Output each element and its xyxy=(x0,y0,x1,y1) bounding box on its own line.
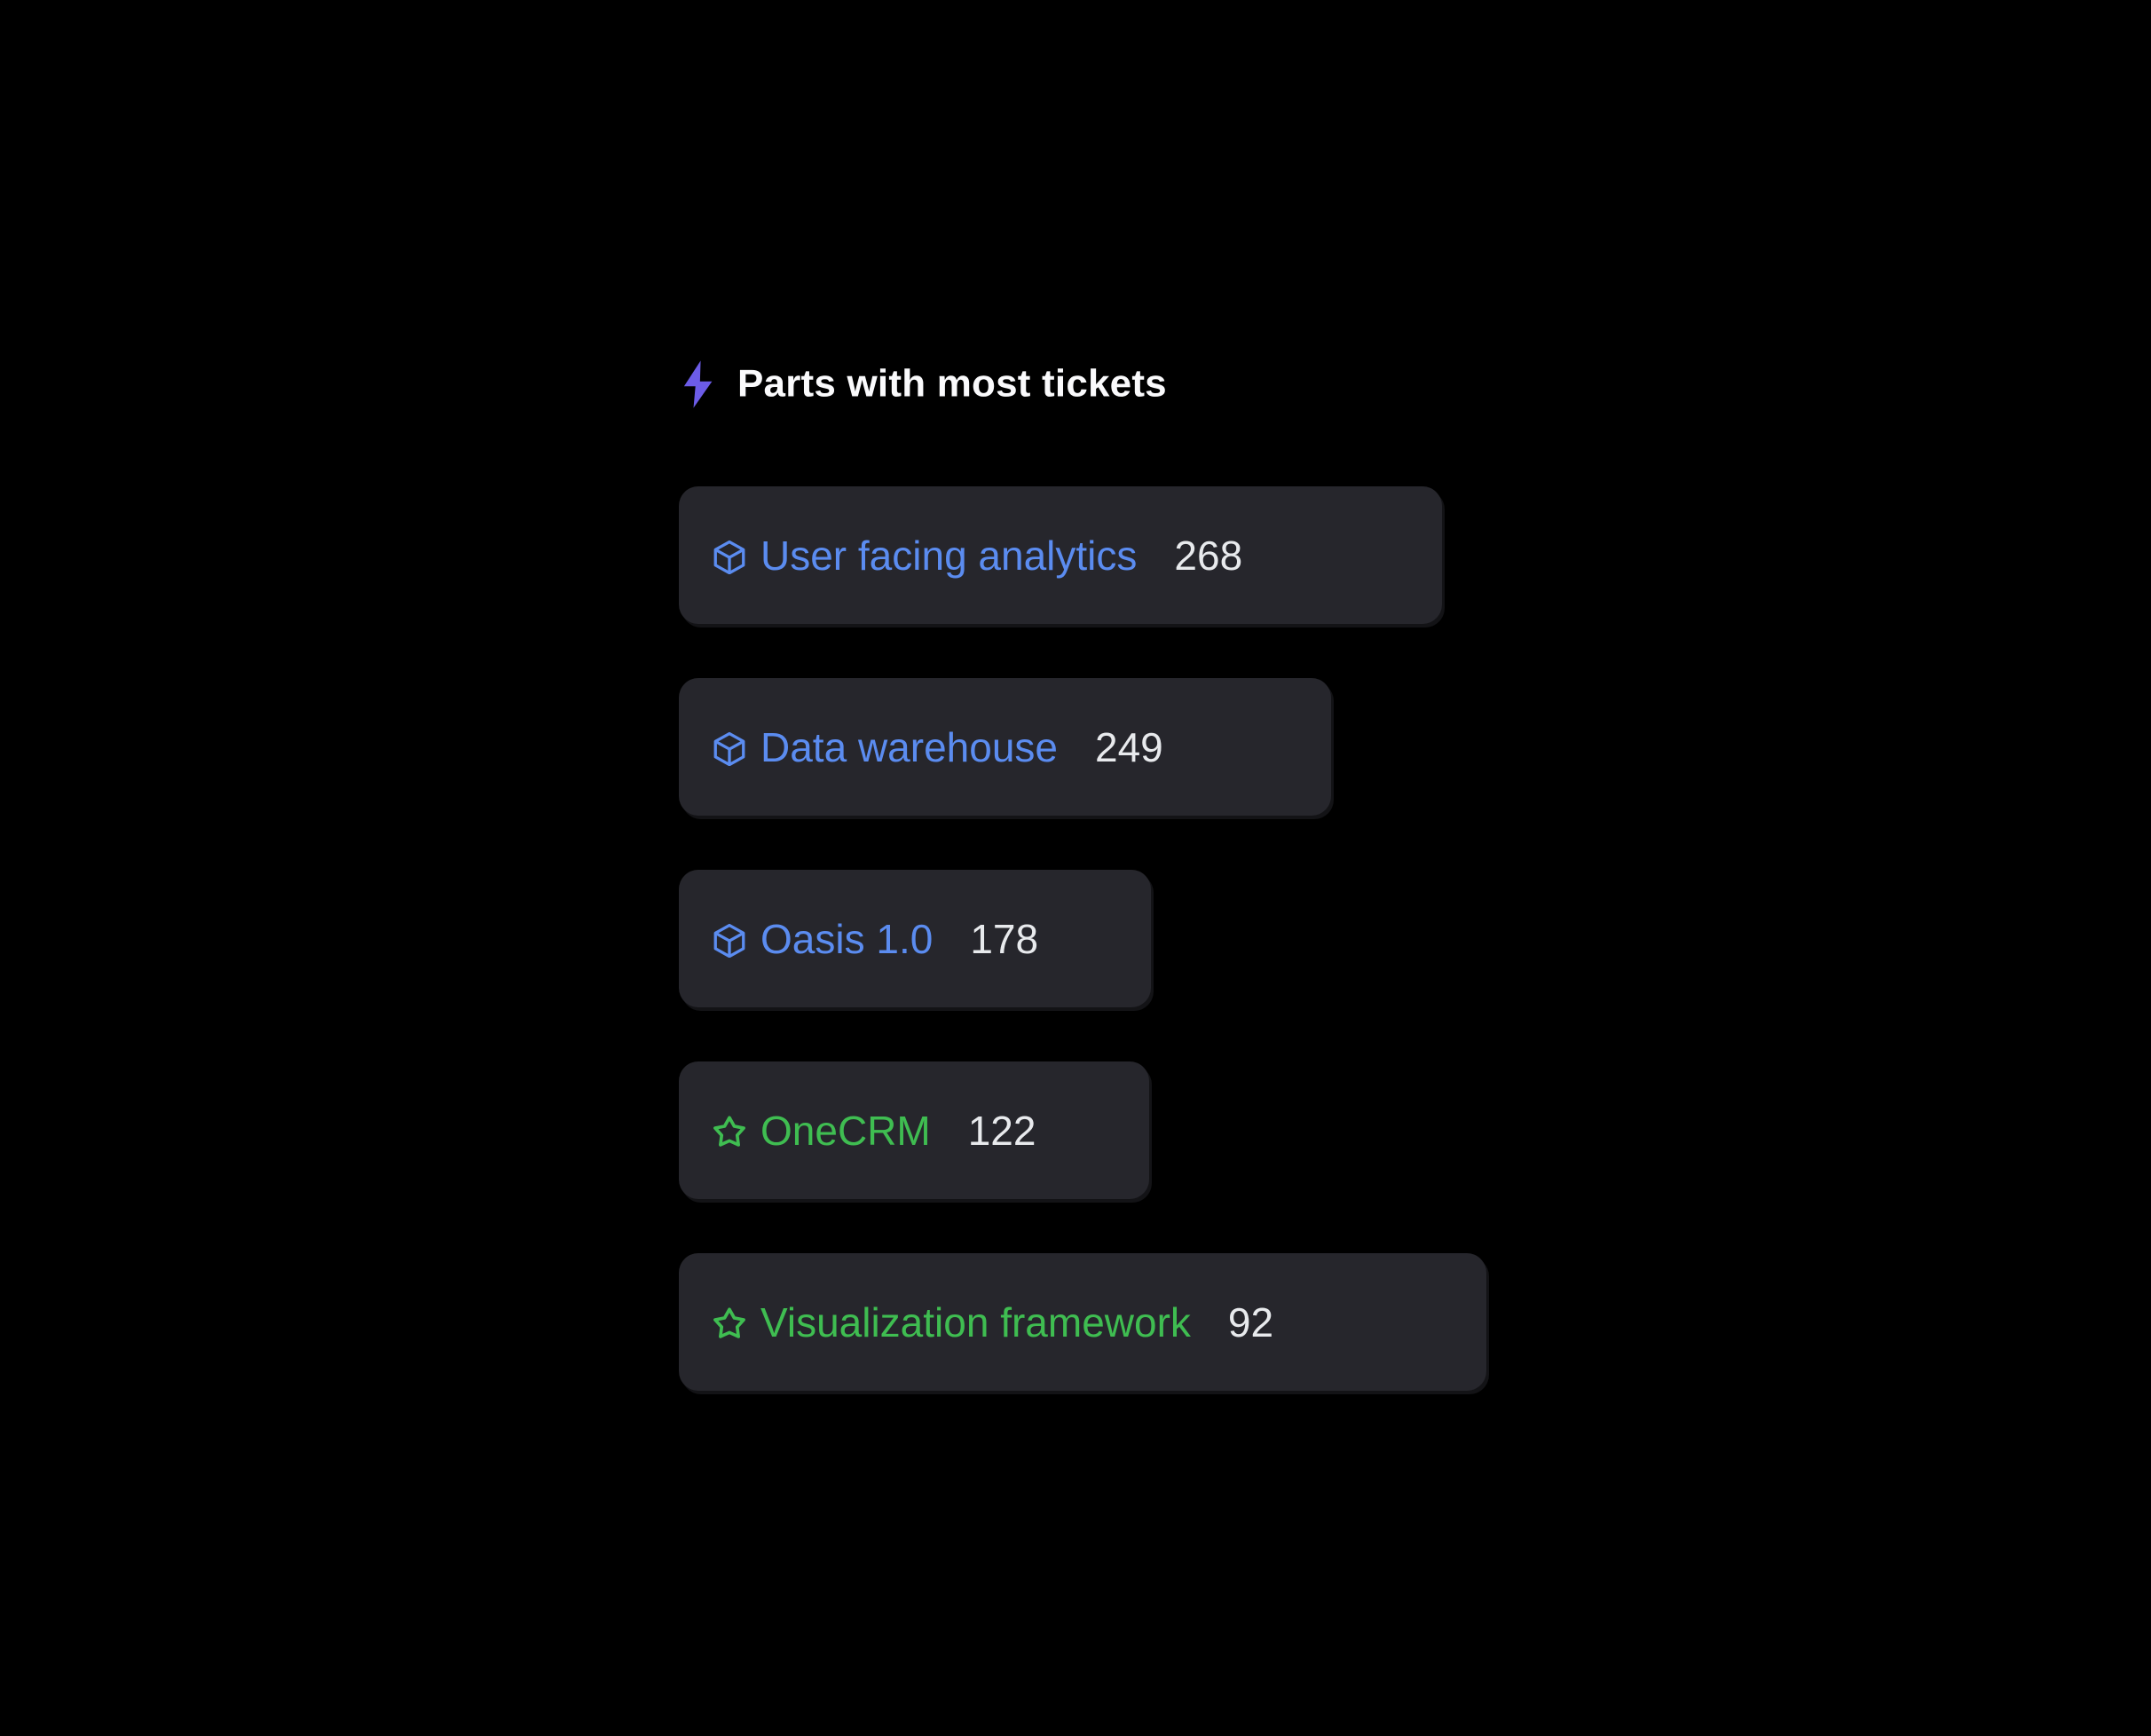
cube-icon xyxy=(713,923,745,958)
bar-row[interactable]: Data warehouse 249 xyxy=(679,678,1331,816)
bar-row[interactable]: Oasis 1.0 178 xyxy=(679,870,1151,1007)
bar-value: 122 xyxy=(967,1107,1036,1154)
lightning-bolt-icon xyxy=(683,360,713,408)
bar-value: 178 xyxy=(970,915,1039,962)
bar-value: 249 xyxy=(1094,723,1163,770)
widget-root: Parts with most tickets User facing anal… xyxy=(0,0,2151,1736)
page-title: Parts with most tickets xyxy=(737,362,1167,406)
bar-label: User facing analytics xyxy=(760,532,1138,579)
cube-icon xyxy=(713,540,745,574)
star-icon xyxy=(713,1115,745,1147)
bar-row[interactable]: User facing analytics 268 xyxy=(679,486,1442,624)
bar-label: Data warehouse xyxy=(760,723,1058,770)
bar-row[interactable]: OneCRM 122 xyxy=(679,1061,1149,1199)
bar-list: User facing analytics 268 Data warehouse 24… xyxy=(679,486,1486,1391)
widget-header: Parts with most tickets xyxy=(679,353,1167,415)
cube-icon xyxy=(713,731,745,766)
bar-value: 268 xyxy=(1174,532,1243,579)
bar-label: OneCRM xyxy=(760,1107,931,1154)
bar-label: Oasis 1.0 xyxy=(760,915,934,962)
star-icon xyxy=(713,1306,745,1338)
bar-row[interactable]: Visualization framework 92 xyxy=(679,1253,1486,1391)
bar-label: Visualization framework xyxy=(760,1298,1191,1345)
bar-value: 92 xyxy=(1227,1298,1274,1345)
